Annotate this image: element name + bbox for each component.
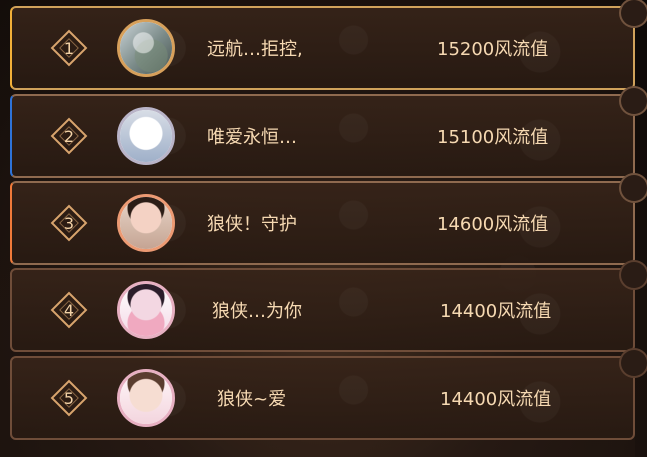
leaderboard-row-3[interactable]: 3 狼侠！守护 14600风流值 — [10, 173, 647, 265]
leaderboard-row-4[interactable]: 4 狼侠…为你 14400风流值 — [10, 260, 647, 352]
player-name: 狼侠！守护 — [207, 214, 297, 235]
leaderboard-list: 1 远航…拒控, 15200风流值 2 唯爱永恒… 15100风流值 3 狼侠！… — [0, 0, 647, 457]
avatar-image — [120, 284, 172, 336]
player-name: 狼侠…为你 — [212, 301, 302, 322]
leaderboard-row-1[interactable]: 1 远航…拒控, 15200风流值 — [10, 0, 647, 90]
avatar[interactable] — [117, 19, 175, 77]
avatar-image — [120, 197, 172, 249]
avatar-image — [120, 372, 172, 424]
rank-number: 3 — [63, 213, 75, 233]
avatar-image — [120, 110, 172, 162]
rank-number: 1 — [63, 38, 75, 58]
player-name: 远航…拒控, — [207, 39, 303, 60]
player-name: 狼侠~爱 — [217, 389, 287, 410]
avatar-image — [120, 22, 172, 74]
rank-number: 4 — [63, 300, 75, 320]
leaderboard-row-5[interactable]: 5 狼侠~爱 14400风流值 — [10, 348, 647, 440]
leaderboard-row-2[interactable]: 2 唯爱永恒… 15100风流值 — [10, 86, 647, 178]
avatar[interactable] — [117, 107, 175, 165]
rank-number: 2 — [63, 126, 75, 146]
rank-number: 5 — [63, 388, 75, 408]
avatar[interactable] — [117, 281, 175, 339]
player-score: 15200风流值 — [437, 39, 549, 60]
avatar[interactable] — [117, 194, 175, 252]
player-score: 15100风流值 — [437, 127, 549, 148]
player-score: 14400风流值 — [440, 301, 552, 322]
avatar[interactable] — [117, 369, 175, 427]
player-score: 14600风流值 — [437, 214, 549, 235]
player-score: 14400风流值 — [440, 389, 552, 410]
player-name: 唯爱永恒… — [207, 127, 297, 148]
